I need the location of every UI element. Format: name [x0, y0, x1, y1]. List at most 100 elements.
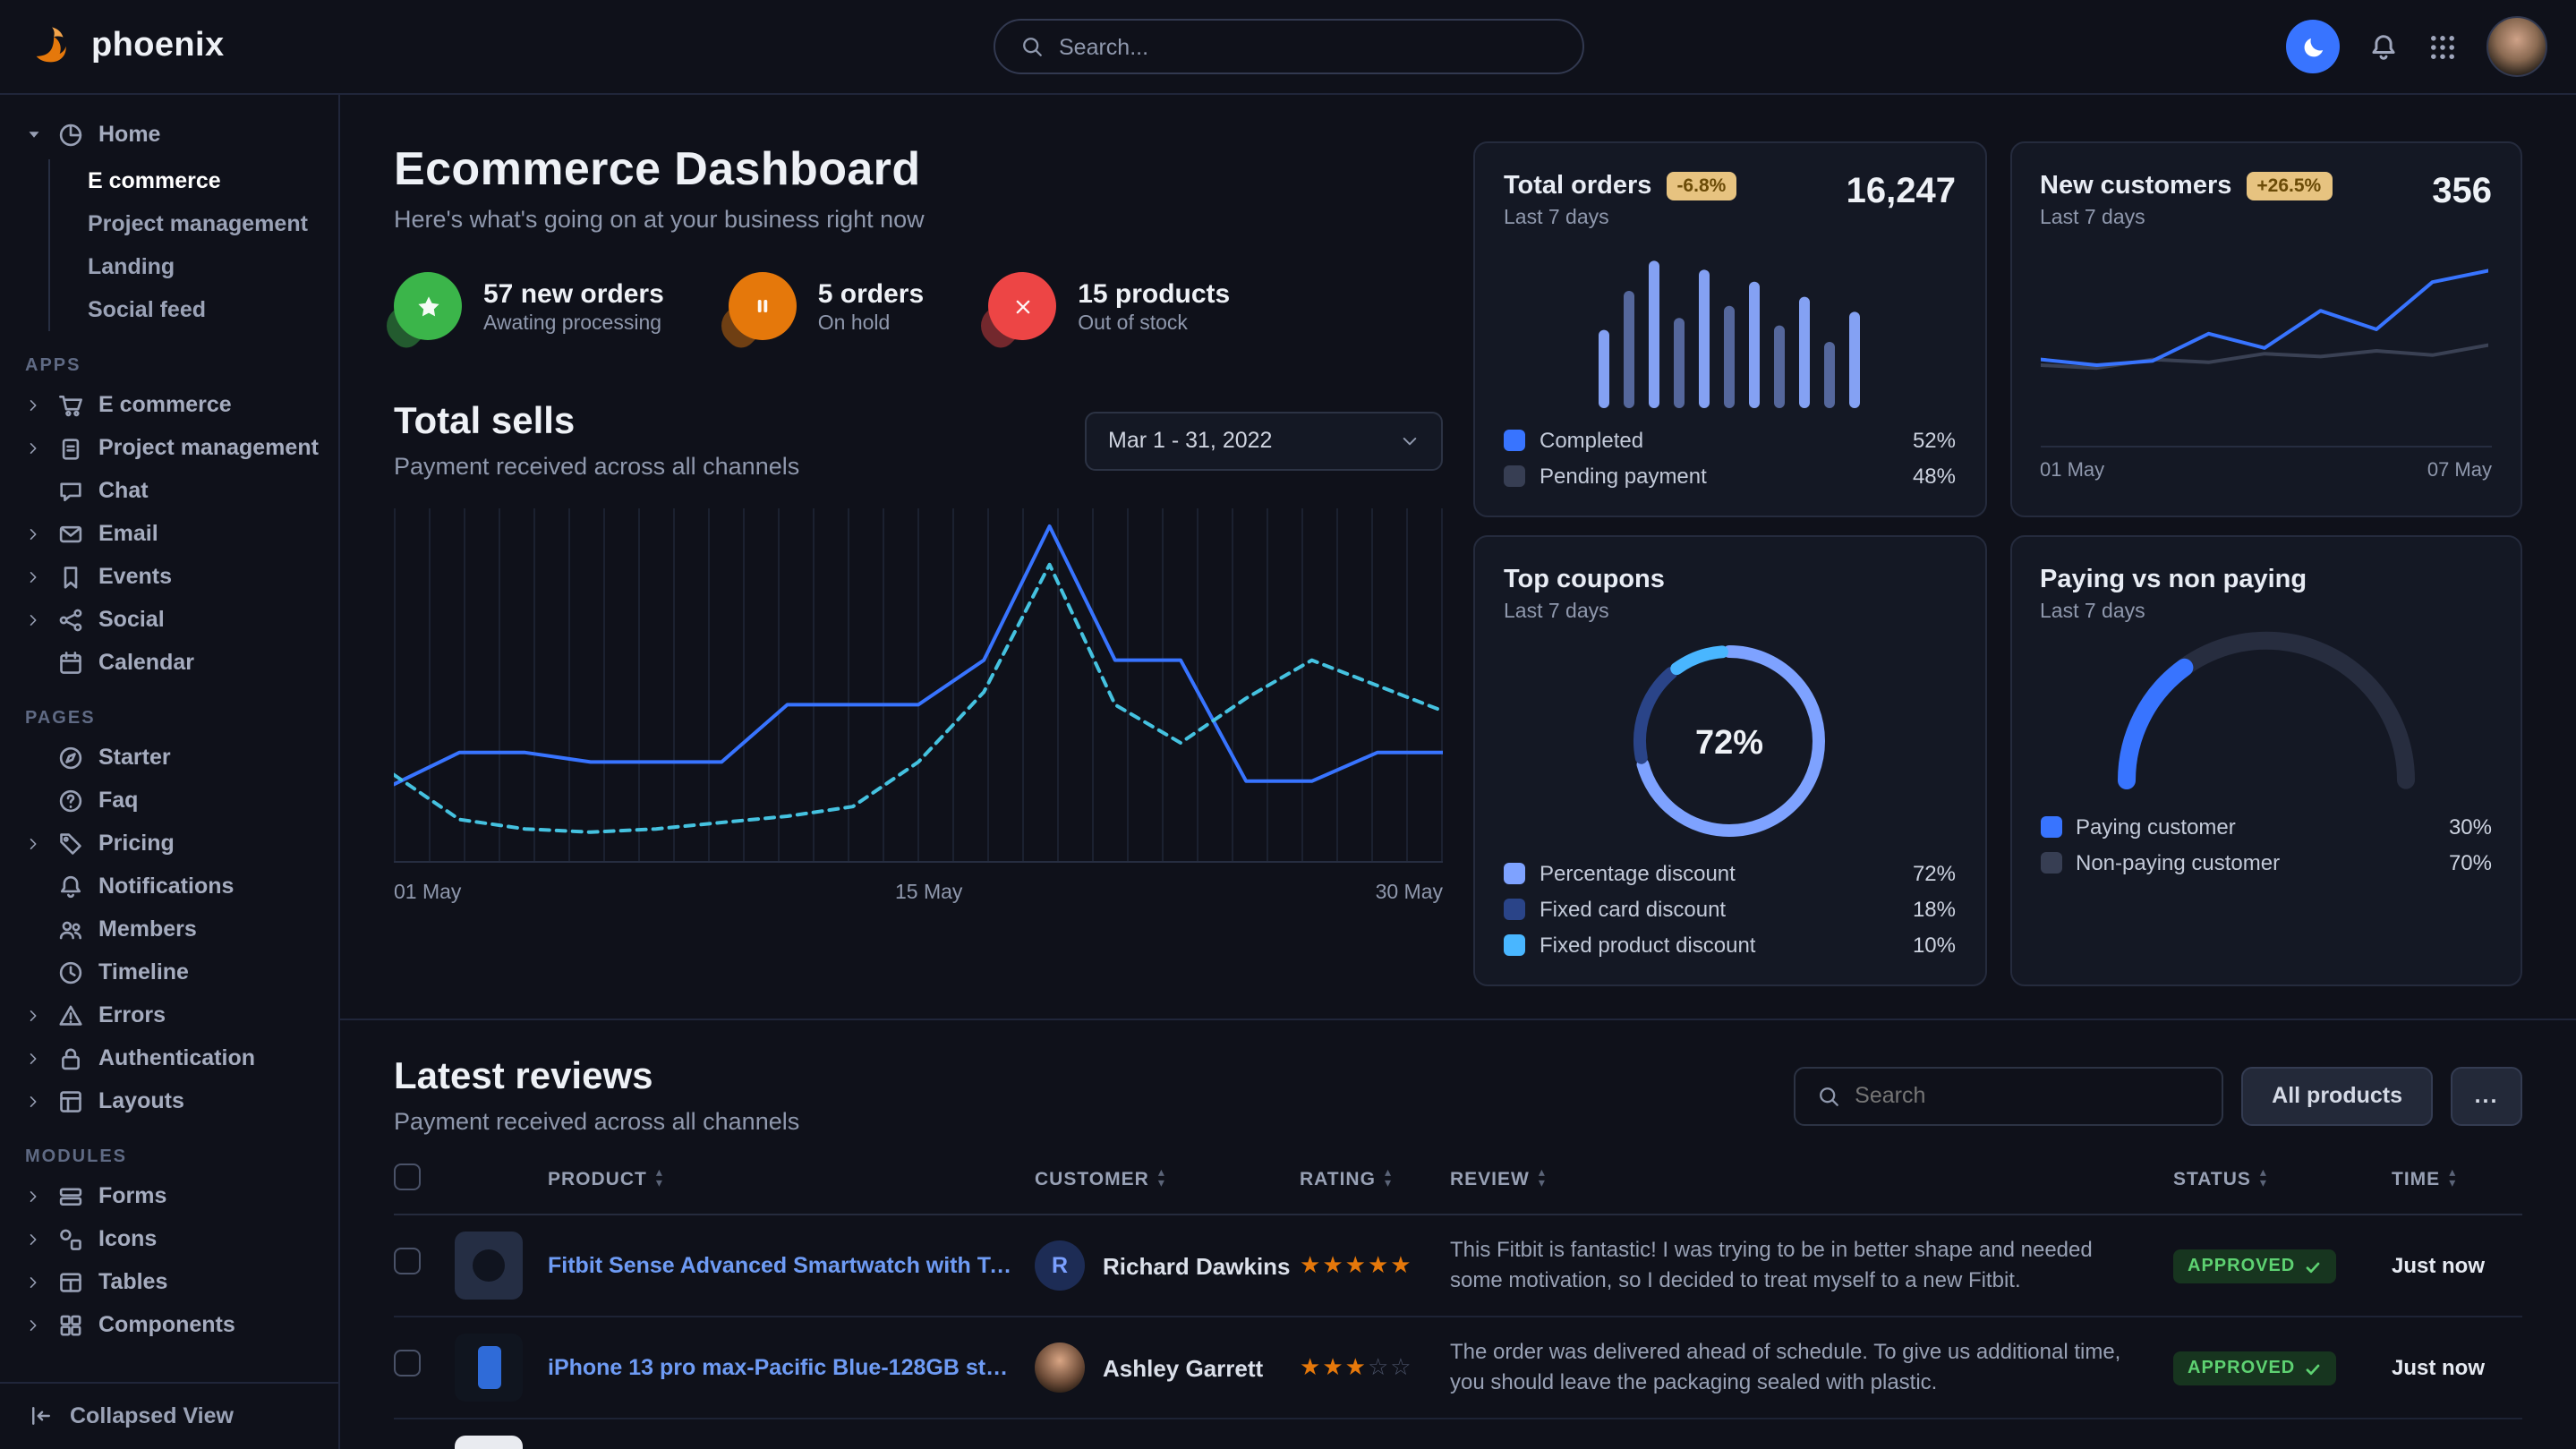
phoenix-logo-icon: [29, 23, 75, 70]
cart-icon: [57, 391, 84, 418]
sidebar-item-components[interactable]: Components: [0, 1303, 338, 1346]
sidebar-item-timeline[interactable]: Timeline: [0, 950, 338, 993]
product-link[interactable]: Fitbit Sense Advanced Smartwatch with To…: [548, 1253, 1020, 1278]
legend-item: Completed52%: [1504, 422, 1956, 458]
theme-toggle-button[interactable]: [2286, 20, 2340, 73]
customer-avatar: [1035, 1342, 1085, 1393]
chevron-right-icon: [23, 396, 43, 413]
sidebar-item-tables[interactable]: Tables: [0, 1260, 338, 1303]
column-header-customer[interactable]: CUSTOMER▴▾: [1035, 1163, 1300, 1215]
sidebar-subitem-landing[interactable]: Landing: [50, 245, 338, 288]
sidebar-item-errors[interactable]: Errors: [0, 993, 338, 1036]
row-checkbox[interactable]: [394, 1248, 421, 1274]
sidebar-item-icons[interactable]: Icons: [0, 1217, 338, 1260]
row-checkbox[interactable]: [394, 1350, 421, 1377]
more-options-button[interactable]: ...: [2451, 1066, 2522, 1125]
date-range-select[interactable]: Mar 1 - 31, 2022: [1085, 411, 1443, 470]
sidebar-item-layouts[interactable]: Layouts: [0, 1079, 338, 1122]
column-header-time[interactable]: TIME▴▾: [2392, 1163, 2522, 1215]
sidebar-item-label: Timeline: [98, 959, 189, 984]
legend-swatch: [1504, 934, 1525, 956]
global-search[interactable]: [993, 19, 1583, 74]
page-title: Ecommerce Dashboard: [394, 141, 1443, 197]
column-header-status[interactable]: STATUS▴▾: [2173, 1163, 2392, 1215]
x-axis-labels: 01 May15 May30 May: [394, 882, 1443, 918]
bell-icon: [2368, 31, 2399, 62]
sidebar-item-members[interactable]: Members: [0, 908, 338, 950]
sidebar-item-calendar[interactable]: Calendar: [0, 641, 338, 684]
sidebar-item-faq[interactable]: Faq: [0, 779, 338, 822]
sidebar-subitem-e-commerce[interactable]: E commerce: [50, 159, 338, 202]
column-header-review[interactable]: REVIEW▴▾: [1450, 1163, 2173, 1215]
sidebar-item-social[interactable]: Social: [0, 598, 338, 641]
chevron-right-icon: [23, 1188, 43, 1204]
sidebar-item-authentication[interactable]: Authentication: [0, 1036, 338, 1079]
column-header-rating[interactable]: RATING▴▾: [1300, 1163, 1450, 1215]
legend-value: 10%: [1913, 933, 1956, 958]
reviews-title: Latest reviews: [394, 1056, 799, 1099]
home-submenu: E commerceProject managementLandingSocia…: [48, 159, 338, 331]
reviews-subtitle: Payment received across all channels: [394, 1108, 799, 1135]
sidebar-item-label: Tables: [98, 1269, 167, 1294]
sidebar-item-events[interactable]: Events: [0, 555, 338, 598]
apps-grid-button[interactable]: [2427, 31, 2458, 62]
chevron-right-icon: [23, 1093, 43, 1109]
product-thumbnail: [455, 1436, 523, 1449]
notifications-button[interactable]: [2368, 31, 2399, 62]
all-products-button[interactable]: All products: [2241, 1066, 2433, 1125]
chevron-right-icon: [25, 396, 41, 413]
sidebar-item-home[interactable]: Home: [0, 113, 338, 156]
sidebar-item-e-commerce[interactable]: E commerce: [0, 383, 338, 426]
sort-icon: ▴▾: [1385, 1169, 1392, 1190]
sidebar-item-starter[interactable]: Starter: [0, 736, 338, 779]
sidebar-item-chat[interactable]: Chat: [0, 469, 338, 512]
legend-swatch: [2040, 852, 2061, 874]
select-all-checkbox[interactable]: [394, 1163, 421, 1190]
card-paying-vs-non-paying: Paying vs non payingLast 7 daysPaying cu…: [2009, 535, 2522, 986]
sidebar-section-modules: MODULES: [25, 1147, 338, 1167]
main-content: Ecommerce Dashboard Here's what's going …: [340, 95, 2576, 1449]
sidebar-subitem-project-management[interactable]: Project management: [50, 202, 338, 245]
product-link[interactable]: iPhone 13 pro max-Pacific Blue-128GB sto…: [548, 1355, 1020, 1380]
check-icon: [2304, 1257, 2322, 1275]
sidebar-item-label: Calendar: [98, 650, 194, 675]
card-header: Total orders-6.8%Last 7 days16,247: [1504, 172, 1956, 229]
sidebar-item-pricing[interactable]: Pricing: [0, 822, 338, 865]
chevron-right-icon: [23, 1050, 43, 1066]
sidebar-item-notifications[interactable]: Notifications: [0, 865, 338, 908]
sidebar-item-project-management[interactable]: Project management: [0, 426, 338, 469]
chevron-right-icon: [23, 568, 43, 584]
sidebar-item-forms[interactable]: Forms: [0, 1174, 338, 1217]
sidebar-item-email[interactable]: Email: [0, 512, 338, 555]
stat-caption: On hold: [818, 312, 924, 334]
collapsed-view-toggle[interactable]: Collapsed View: [0, 1381, 338, 1449]
legend-label: Pending payment: [1540, 464, 1707, 489]
form-icon: [57, 1182, 84, 1209]
card-title: Paying vs non paying: [2040, 566, 2307, 594]
brand[interactable]: phoenix: [29, 23, 340, 70]
pause-icon: [750, 294, 775, 319]
global-search-input[interactable]: [1059, 34, 1557, 59]
warning-icon: [57, 1002, 84, 1028]
chevron-right-icon: [23, 439, 43, 456]
card-x-axis: 01 May07 May: [2040, 446, 2492, 482]
legend-value: 70%: [2449, 850, 2492, 875]
chevron-right-icon: [25, 1231, 41, 1247]
column-header-product[interactable]: PRODUCT▴▾: [455, 1163, 1035, 1215]
customer-name: Ashley Garrett: [1103, 1354, 1263, 1381]
chevron-right-icon: [23, 1007, 43, 1023]
reviews-search-input[interactable]: [1855, 1083, 2200, 1108]
clipboard-icon: [57, 434, 84, 461]
user-avatar[interactable]: [2486, 16, 2547, 77]
reviews-controls: All products ...: [1794, 1066, 2522, 1125]
card-value: 16,247: [1847, 172, 1956, 213]
legend-value: 72%: [1913, 861, 1956, 886]
reviews-search[interactable]: [1794, 1066, 2223, 1125]
sidebar-item-label: Layouts: [98, 1088, 184, 1113]
legend-swatch: [1504, 863, 1525, 884]
stats-row: 57 new ordersAwating processing5 ordersO…: [394, 272, 1443, 340]
app: phoenix HomeE commerceProject management…: [0, 0, 2576, 1449]
chevron-right-icon: [25, 439, 41, 456]
sidebar-subitem-social-feed[interactable]: Social feed: [50, 288, 338, 331]
total-sells-title: Total sells: [394, 401, 799, 444]
